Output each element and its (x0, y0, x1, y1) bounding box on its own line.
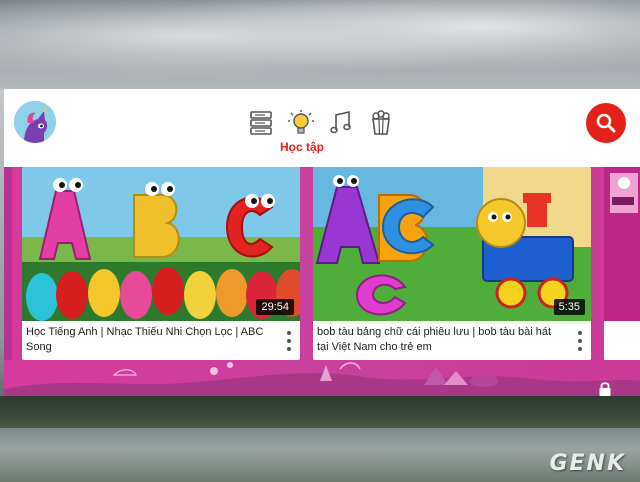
video-feed: 29:54 Học Tiếng Anh | Nhạc Thiếu Nhi Chọ… (4, 167, 640, 396)
learning-lightbulb-icon[interactable] (284, 106, 318, 140)
video-card[interactable]: 5:35 bob tàu bảng chữ cái phiêu lưu | bo… (313, 167, 591, 360)
video-title[interactable]: bob tàu bảng chữ cái phiêu lưu | bob tàu… (317, 325, 561, 355)
video-thumbnail[interactable]: 29:54 (22, 167, 300, 321)
next-video-card-edge[interactable] (604, 167, 640, 360)
video-card[interactable]: 29:54 Học Tiếng Anh | Nhạc Thiếu Nhi Chọ… (22, 167, 300, 360)
background-sky (0, 0, 640, 90)
decorative-scenery (4, 362, 640, 396)
lock-icon[interactable] (598, 381, 612, 396)
popcorn-explore-icon[interactable] (364, 106, 398, 140)
youtube-kids-window: Học tập 29:54 Học Tiếng Anh | Nhạc Thiếu… (4, 89, 640, 396)
more-options-icon[interactable] (286, 331, 292, 351)
background-water (0, 428, 640, 482)
top-bar: Học tập (4, 89, 640, 167)
more-options-icon[interactable] (577, 331, 583, 351)
video-title[interactable]: Học Tiếng Anh | Nhạc Thiếu Nhi Chọn Lọc … (26, 325, 270, 355)
genk-watermark: GENK (549, 451, 626, 476)
search-icon[interactable] (586, 103, 626, 143)
pony-avatar-icon[interactable] (14, 101, 56, 143)
music-note-icon[interactable] (324, 106, 358, 140)
video-thumbnail[interactable]: 5:35 (313, 167, 591, 321)
video-duration: 29:54 (256, 299, 294, 315)
video-duration: 5:35 (553, 299, 585, 315)
selected-category-label: Học tập (279, 140, 324, 154)
previous-video-card-edge[interactable] (4, 167, 12, 360)
shows-icon[interactable] (244, 106, 278, 140)
